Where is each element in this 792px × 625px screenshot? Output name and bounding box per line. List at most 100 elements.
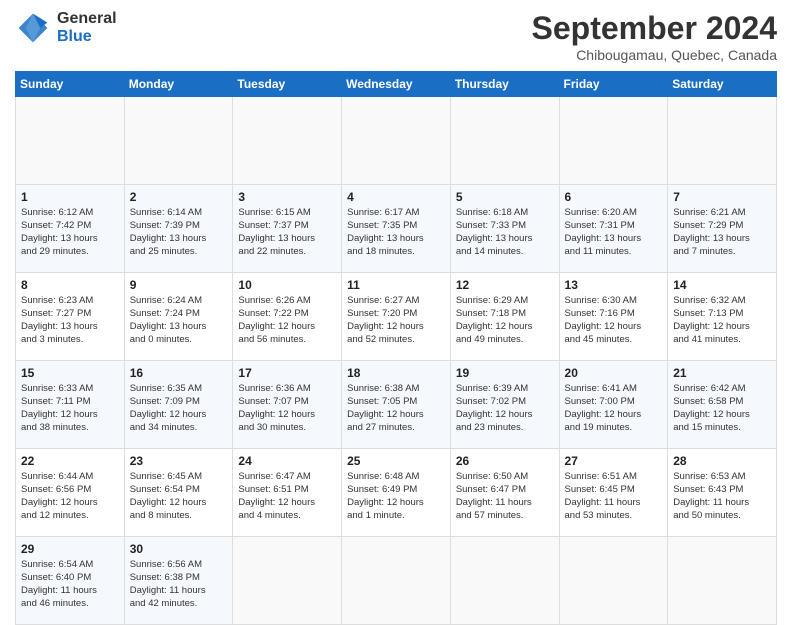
day-info-line: and 29 minutes. (21, 246, 119, 259)
day-info-line: Sunset: 6:56 PM (21, 484, 119, 497)
day-info-line: Sunrise: 6:35 AM (130, 383, 228, 396)
day-info-line: Daylight: 12 hours (347, 321, 445, 334)
day-info-line: and 25 minutes. (130, 246, 228, 259)
day-number: 28 (673, 453, 771, 469)
day-info-line: Daylight: 12 hours (347, 497, 445, 510)
calendar-cell: 4Sunrise: 6:17 AMSunset: 7:35 PMDaylight… (342, 185, 451, 273)
day-info-line: Sunrise: 6:21 AM (673, 207, 771, 220)
day-info-line: Sunset: 6:40 PM (21, 572, 119, 585)
calendar-week-row (16, 97, 777, 185)
logo: General Blue (15, 10, 117, 46)
calendar-cell (233, 97, 342, 185)
day-number: 30 (130, 541, 228, 557)
day-info-line: Sunrise: 6:45 AM (130, 471, 228, 484)
day-info-line: Daylight: 12 hours (21, 409, 119, 422)
day-info-line: and 4 minutes. (238, 510, 336, 523)
day-info-line: Sunset: 6:58 PM (673, 396, 771, 409)
day-info-line: Daylight: 12 hours (673, 321, 771, 334)
day-info-line: Daylight: 12 hours (238, 409, 336, 422)
calendar-week-row: 15Sunrise: 6:33 AMSunset: 7:11 PMDayligh… (16, 361, 777, 449)
day-info-line: and 23 minutes. (456, 422, 554, 435)
day-info-line: Sunrise: 6:29 AM (456, 295, 554, 308)
day-number: 11 (347, 277, 445, 293)
calendar-header-row: SundayMondayTuesdayWednesdayThursdayFrid… (16, 72, 777, 97)
day-number: 18 (347, 365, 445, 381)
calendar-day-header: Saturday (668, 72, 777, 97)
day-info-line: and 3 minutes. (21, 334, 119, 347)
day-info-line: Sunset: 7:07 PM (238, 396, 336, 409)
day-info-line: Sunrise: 6:27 AM (347, 295, 445, 308)
calendar-table: SundayMondayTuesdayWednesdayThursdayFrid… (15, 71, 777, 625)
day-number: 20 (565, 365, 663, 381)
day-number: 1 (21, 189, 119, 205)
day-info-line: and 56 minutes. (238, 334, 336, 347)
day-info-line: Sunset: 7:29 PM (673, 220, 771, 233)
calendar-cell: 18Sunrise: 6:38 AMSunset: 7:05 PMDayligh… (342, 361, 451, 449)
day-info-line: and 1 minute. (347, 510, 445, 523)
day-info-line: Sunrise: 6:14 AM (130, 207, 228, 220)
day-info-line: Sunset: 7:13 PM (673, 308, 771, 321)
day-info-line: Sunrise: 6:20 AM (565, 207, 663, 220)
month-title: September 2024 (532, 10, 777, 47)
day-info-line: and 53 minutes. (565, 510, 663, 523)
day-info-line: and 15 minutes. (673, 422, 771, 435)
day-info-line: Sunrise: 6:39 AM (456, 383, 554, 396)
day-info-line: Sunset: 7:05 PM (347, 396, 445, 409)
day-info-line: Sunrise: 6:44 AM (21, 471, 119, 484)
day-number: 17 (238, 365, 336, 381)
calendar-cell: 8Sunrise: 6:23 AMSunset: 7:27 PMDaylight… (16, 273, 125, 361)
day-info-line: Sunrise: 6:26 AM (238, 295, 336, 308)
day-info-line: Daylight: 12 hours (238, 497, 336, 510)
day-info-line: and 50 minutes. (673, 510, 771, 523)
day-info-line: Sunset: 7:00 PM (565, 396, 663, 409)
day-number: 22 (21, 453, 119, 469)
day-info-line: Daylight: 12 hours (565, 321, 663, 334)
calendar-week-row: 8Sunrise: 6:23 AMSunset: 7:27 PMDaylight… (16, 273, 777, 361)
day-info-line: Sunset: 7:37 PM (238, 220, 336, 233)
calendar-cell (233, 537, 342, 625)
day-info-line: Sunrise: 6:50 AM (456, 471, 554, 484)
day-number: 24 (238, 453, 336, 469)
calendar-cell: 7Sunrise: 6:21 AMSunset: 7:29 PMDaylight… (668, 185, 777, 273)
day-info-line: and 30 minutes. (238, 422, 336, 435)
day-info-line: Sunrise: 6:54 AM (21, 559, 119, 572)
day-info-line: Daylight: 13 hours (238, 233, 336, 246)
calendar-cell: 14Sunrise: 6:32 AMSunset: 7:13 PMDayligh… (668, 273, 777, 361)
day-info-line: Sunrise: 6:48 AM (347, 471, 445, 484)
day-info-line: and 49 minutes. (456, 334, 554, 347)
day-number: 13 (565, 277, 663, 293)
logo-icon (15, 10, 51, 46)
day-number: 9 (130, 277, 228, 293)
calendar-cell (450, 537, 559, 625)
calendar-cell: 21Sunrise: 6:42 AMSunset: 6:58 PMDayligh… (668, 361, 777, 449)
day-info-line: Sunset: 7:16 PM (565, 308, 663, 321)
calendar-day-header: Sunday (16, 72, 125, 97)
day-info-line: Sunrise: 6:51 AM (565, 471, 663, 484)
day-info-line: Daylight: 11 hours (565, 497, 663, 510)
day-number: 12 (456, 277, 554, 293)
day-info-line: Sunrise: 6:36 AM (238, 383, 336, 396)
day-info-line: Daylight: 13 hours (130, 321, 228, 334)
calendar-day-header: Monday (124, 72, 233, 97)
day-info-line: Sunset: 6:38 PM (130, 572, 228, 585)
day-info-line: Sunrise: 6:23 AM (21, 295, 119, 308)
logo-general-text: General (57, 10, 117, 28)
day-info-line: Sunset: 6:47 PM (456, 484, 554, 497)
day-number: 8 (21, 277, 119, 293)
calendar-day-header: Wednesday (342, 72, 451, 97)
calendar-cell: 29Sunrise: 6:54 AMSunset: 6:40 PMDayligh… (16, 537, 125, 625)
calendar-cell: 19Sunrise: 6:39 AMSunset: 7:02 PMDayligh… (450, 361, 559, 449)
calendar-cell: 25Sunrise: 6:48 AMSunset: 6:49 PMDayligh… (342, 449, 451, 537)
day-number: 26 (456, 453, 554, 469)
calendar-day-header: Friday (559, 72, 668, 97)
logo-text: General Blue (57, 10, 117, 45)
day-info-line: Sunset: 6:43 PM (673, 484, 771, 497)
calendar-cell: 23Sunrise: 6:45 AMSunset: 6:54 PMDayligh… (124, 449, 233, 537)
day-number: 27 (565, 453, 663, 469)
day-info-line: Sunrise: 6:17 AM (347, 207, 445, 220)
day-info-line: Sunrise: 6:38 AM (347, 383, 445, 396)
day-number: 29 (21, 541, 119, 557)
calendar-cell (124, 97, 233, 185)
day-info-line: Sunset: 7:33 PM (456, 220, 554, 233)
day-info-line: Daylight: 13 hours (565, 233, 663, 246)
